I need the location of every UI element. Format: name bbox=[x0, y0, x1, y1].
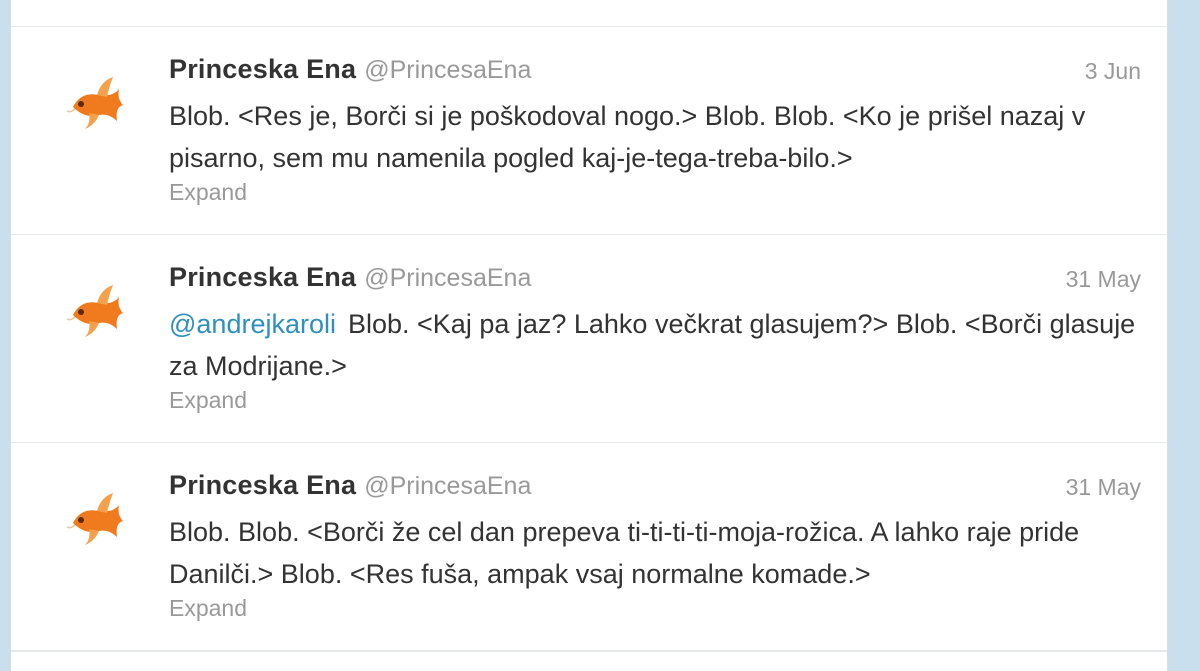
tweet-text-body: Blob. Blob. <Borči že cel dan prepeva ti… bbox=[169, 517, 1080, 589]
divider bbox=[11, 651, 1167, 652]
tweet-header: Princeska Ena @PrincesaEna 31 May bbox=[169, 470, 1141, 502]
author-name[interactable]: Princeska Ena bbox=[169, 54, 356, 84]
tweet-text-body: Blob. <Res je, Borči si je poškodoval no… bbox=[169, 101, 1086, 173]
tweet-timestamp[interactable]: 31 May bbox=[1066, 474, 1141, 501]
goldfish-avatar-icon[interactable] bbox=[59, 275, 131, 347]
tweet-text: @andrejkaroli Blob. <Kaj pa jaz? Lahko ve… bbox=[169, 303, 1149, 387]
tweet-timestamp[interactable]: 31 May bbox=[1066, 266, 1141, 293]
author-name[interactable]: Princeska Ena bbox=[169, 470, 356, 500]
tweet-text: Blob. Blob. <Borči že cel dan prepeva ti… bbox=[169, 511, 1149, 595]
expand-link[interactable]: Expand bbox=[169, 387, 247, 414]
tweet-timestamp[interactable]: 3 Jun bbox=[1085, 58, 1141, 85]
mention-link[interactable]: @andrejkaroli bbox=[169, 309, 336, 339]
tweet-header: Princeska Ena @PrincesaEna 31 May bbox=[169, 262, 1141, 294]
author-handle[interactable]: @PrincesaEna bbox=[364, 56, 531, 84]
goldfish-avatar-icon[interactable] bbox=[59, 483, 131, 555]
tweet-item[interactable]: Princeska Ena @PrincesaEna 31 May @andrej… bbox=[11, 235, 1167, 443]
expand-link[interactable]: Expand bbox=[169, 179, 247, 206]
timeline: Princeska Ena @PrincesaEna 3 Jun Blob. <R… bbox=[10, 0, 1168, 671]
author-handle[interactable]: @PrincesaEna bbox=[364, 472, 531, 500]
author-name[interactable]: Princeska Ena bbox=[169, 262, 356, 292]
tweet-header: Princeska Ena @PrincesaEna 3 Jun bbox=[169, 54, 1141, 86]
tweet-text: Blob. <Res je, Borči si je poškodoval no… bbox=[169, 95, 1149, 179]
author-handle[interactable]: @PrincesaEna bbox=[364, 264, 531, 292]
goldfish-avatar-icon[interactable] bbox=[59, 67, 131, 139]
tweet-item[interactable]: Princeska Ena @PrincesaEna 3 Jun Blob. <R… bbox=[11, 27, 1167, 235]
tweet-item[interactable]: Princeska Ena @PrincesaEna 31 May Blob. B… bbox=[11, 443, 1167, 651]
expand-link[interactable]: Expand bbox=[169, 595, 247, 622]
